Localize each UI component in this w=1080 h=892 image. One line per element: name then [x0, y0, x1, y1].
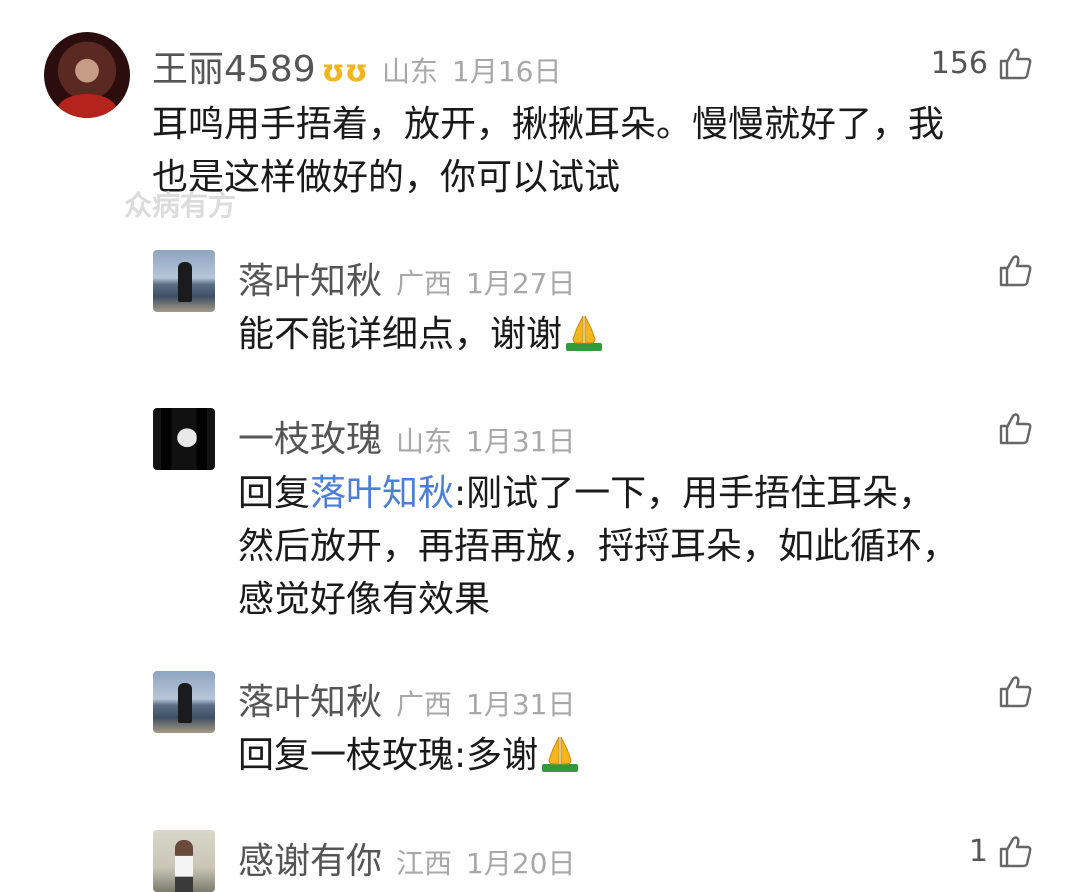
comment-text: 回复一枝玫瑰:多谢 [238, 729, 580, 782]
comment-line: 感觉好像有效果 [238, 579, 491, 620]
comment-line: 也是这样做好的，你可以试试 [152, 157, 621, 198]
avatar[interactable] [153, 250, 215, 312]
avatar[interactable] [153, 408, 215, 470]
date: 1月31日 [466, 425, 576, 458]
username[interactable]: 一枝玫瑰 [238, 410, 382, 462]
watermark: 众病有方 [124, 189, 237, 222]
comment-header: 落叶知秋 广西 1月31日 [238, 673, 575, 725]
username[interactable]: 落叶知秋 [238, 252, 382, 304]
username[interactable]: 感谢有你 [238, 832, 382, 884]
thumbs-up-icon [998, 412, 1032, 446]
like-button[interactable]: 156 [931, 46, 1032, 81]
avatar[interactable] [44, 32, 130, 118]
like-button[interactable] [988, 412, 1032, 446]
comment-text: 耳鸣用手捂着，放开，揪揪耳朵。慢慢就好了，我 也是这样做好的，你可以试试 [152, 98, 944, 204]
date: 1月27日 [466, 267, 576, 300]
location: 广西 [396, 267, 453, 300]
like-count: 1 [968, 834, 988, 869]
location: 江西 [396, 847, 453, 880]
username[interactable]: 落叶知秋 [238, 673, 382, 725]
username[interactable]: 王丽4589 [152, 40, 316, 92]
date: 1月16日 [452, 55, 562, 88]
date: 1月20日 [466, 847, 576, 880]
comment-body: :刚试了一下，用手捂住耳朵， [454, 473, 935, 514]
like-button[interactable] [988, 675, 1032, 709]
comment-line: 回复落叶知秋:刚试了一下，用手捂住耳朵， [238, 467, 958, 520]
comment-line: 耳鸣用手捂着，放开，揪揪耳朵。慢慢就好了，我 [152, 104, 945, 145]
comment-header: 落叶知秋 广西 1月27日 [238, 252, 575, 304]
location: 山东 [396, 425, 453, 458]
like-button[interactable] [988, 254, 1032, 288]
comment-header: 一枝玫瑰 山东 1月31日 [238, 410, 575, 462]
comment-line: 然后放开，再捂再放，捋捋耳朵，如此循环， [238, 526, 959, 567]
reply-prefix: 回复 [238, 473, 311, 514]
thumbs-up-icon [998, 254, 1032, 288]
comment-header: 王丽4589 ʊʊ 山东 1月16日 [152, 40, 561, 92]
avatar[interactable] [153, 830, 215, 892]
comment-header: 感谢有你 江西 1月20日 [238, 832, 575, 884]
pray-emoji-icon [540, 733, 580, 773]
thumbs-up-icon [998, 675, 1032, 709]
location: 山东 [381, 55, 438, 88]
member-badge-icon: ʊʊ [321, 54, 368, 89]
reply-target-link[interactable]: 落叶知秋 [310, 473, 454, 514]
comment-body: 回复一枝玫瑰:多谢 [238, 735, 539, 776]
pray-emoji-icon [564, 312, 604, 352]
date: 1月31日 [466, 688, 576, 721]
comment-body: 能不能详细点，谢谢 [238, 314, 563, 355]
like-count: 156 [930, 46, 988, 81]
avatar[interactable] [153, 671, 215, 733]
like-button[interactable]: 1 [969, 834, 1032, 869]
thumbs-up-icon [998, 47, 1032, 81]
comment-text: 能不能详细点，谢谢 [238, 308, 604, 361]
comment-text: 回复落叶知秋:刚试了一下，用手捂住耳朵， 然后放开，再捂再放，捋捋耳朵，如此循环… [238, 467, 958, 626]
location: 广西 [396, 688, 453, 721]
thumbs-up-icon [998, 835, 1032, 869]
